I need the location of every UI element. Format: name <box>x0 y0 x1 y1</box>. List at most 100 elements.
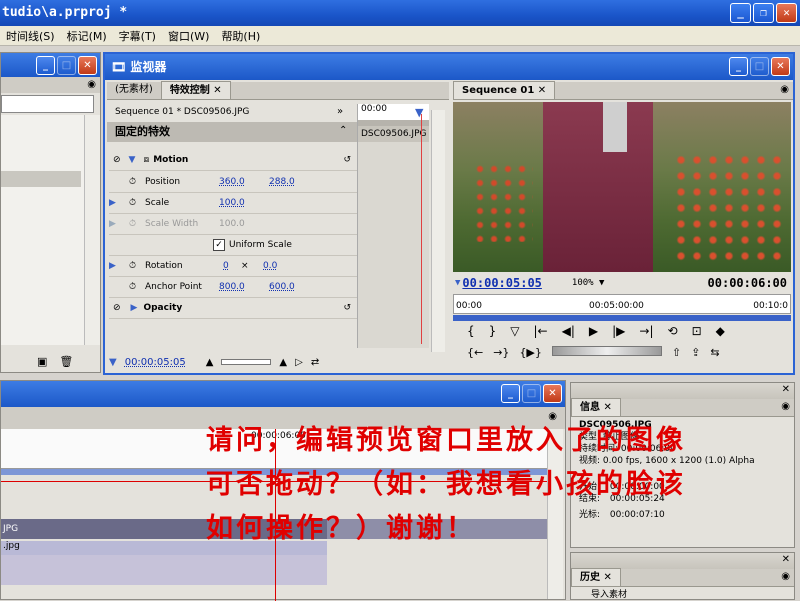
zoom-out-icon[interactable]: ▲ <box>206 357 214 368</box>
output-icon[interactable]: ◆ <box>716 324 725 338</box>
restore-button[interactable]: ❐ <box>753 3 774 23</box>
tab-effect-controls[interactable]: 特效控制 ✕ <box>160 81 231 99</box>
rotation-turns[interactable]: 0 <box>223 261 241 271</box>
program-video-frame[interactable] <box>453 102 791 272</box>
ec-clip-bar: DSC09506.JPG <box>358 126 429 142</box>
flowers-left-image <box>473 162 533 242</box>
ec-playhead[interactable] <box>421 114 422 344</box>
go-next-edit-icon[interactable]: →} <box>493 346 509 359</box>
anchor-y[interactable]: 600.0 <box>269 282 295 292</box>
panel-maximize-button[interactable]: □ <box>57 56 76 75</box>
set-in-icon[interactable]: { <box>467 324 475 338</box>
loop-icon[interactable]: ⇄ <box>311 357 319 368</box>
monitor-icon: 🎞 <box>111 60 131 74</box>
go-prev-edit-icon[interactable]: {← <box>467 346 483 359</box>
scale-value[interactable]: 100.0 <box>219 198 245 208</box>
go-to-out-icon[interactable]: →| <box>639 324 653 338</box>
tab-source[interactable]: (无素材) <box>107 81 161 99</box>
collapse-icon[interactable]: ⌃ <box>339 125 347 136</box>
anchor-label: Anchor Point <box>145 282 202 292</box>
ec-scrollbar[interactable] <box>431 110 445 352</box>
stopwatch-icon[interactable]: ⏱ <box>129 261 145 271</box>
reset-icon[interactable]: ↺ <box>343 155 357 165</box>
trim-icon[interactable]: ⇆ <box>710 346 719 359</box>
minimize-button[interactable]: _ <box>730 3 751 23</box>
safe-margins-icon[interactable]: ⊡ <box>692 324 702 338</box>
history-menu-icon[interactable]: ◉ <box>781 571 790 582</box>
expand-opacity-icon[interactable]: ▶ <box>125 303 144 313</box>
expand-rotation-icon[interactable]: ▶ <box>109 261 129 271</box>
rotation-x-label: × <box>241 261 249 271</box>
menubar: 时间线(S) 标记(M) 字幕(T) 窗口(W) 帮助(H) <box>0 26 800 46</box>
uniform-scale-checkbox[interactable]: ✓ <box>213 239 225 251</box>
step-back-icon[interactable]: ◀| <box>562 324 575 338</box>
info-menu-icon[interactable]: ◉ <box>781 401 790 412</box>
menu-timeline[interactable]: 时间线(S) <box>0 28 61 44</box>
menu-window[interactable]: 窗口(W) <box>162 28 215 44</box>
history-item[interactable]: 导入素材 <box>571 587 794 600</box>
zoom-in-icon[interactable]: ▲ <box>279 357 287 368</box>
position-label: Position <box>145 177 181 187</box>
project-selected-row[interactable] <box>1 171 81 187</box>
jog-shuttle[interactable] <box>551 346 662 356</box>
marker-icon[interactable]: ▽ <box>510 324 519 338</box>
menu-help[interactable]: 帮助(H) <box>215 28 266 44</box>
set-out-icon[interactable]: } <box>489 324 497 338</box>
stopwatch-icon[interactable]: ⏱ <box>129 177 145 187</box>
program-menu-icon[interactable]: ◉ <box>780 84 789 95</box>
program-work-area-bar[interactable] <box>453 315 791 321</box>
menu-marker[interactable]: 标记(M) <box>61 28 113 44</box>
play-in-out-icon[interactable]: {▶} <box>519 346 541 359</box>
monitor-maximize-button[interactable]: □ <box>750 57 769 76</box>
anchor-x[interactable]: 800.0 <box>219 282 269 292</box>
rotation-degrees[interactable]: 0.0 <box>263 261 277 271</box>
fx-toggle-icon[interactable]: ⊘ <box>109 303 125 313</box>
panel-menu-icon[interactable]: ◉ <box>87 79 96 90</box>
tab-info[interactable]: 信息 ✕ <box>571 398 621 416</box>
stopwatch-icon[interactable]: ⏱ <box>129 282 145 292</box>
uniform-scale-label: Uniform Scale <box>229 240 292 250</box>
program-timecode[interactable]: 00:00:05:05 <box>462 276 541 290</box>
close-button[interactable]: ✕ <box>776 3 797 23</box>
lift-icon[interactable]: ⇧ <box>672 346 681 359</box>
monitor-title: 监视器 <box>130 60 167 74</box>
position-y[interactable]: 288.0 <box>269 177 295 187</box>
ec-playhead-icon[interactable]: ▼ <box>415 106 423 119</box>
play-icon[interactable]: ▶ <box>589 324 598 338</box>
stopwatch-icon[interactable]: ⏱ <box>129 198 145 208</box>
tab-program-sequence[interactable]: Sequence 01 ✕ <box>453 81 556 99</box>
fx-toggle-icon[interactable]: ⊘ <box>109 155 125 165</box>
loop-button-icon[interactable]: ⟲ <box>668 324 678 338</box>
panel-minimize-button[interactable]: _ <box>36 56 55 75</box>
info-close-button[interactable]: ✕ <box>782 384 790 395</box>
timeline-close-button[interactable]: ✕ <box>543 384 562 403</box>
reset-icon[interactable]: ↺ <box>343 303 357 313</box>
rotation-row: ▶ ⏱ Rotation 0 × 0.0 <box>109 256 357 277</box>
ec-zoom-slider[interactable] <box>221 359 272 365</box>
expand-scale-icon[interactable]: ▶ <box>109 198 129 208</box>
timeline-minimize-button[interactable]: _ <box>501 384 520 403</box>
extract-icon[interactable]: ⇪ <box>691 346 700 359</box>
project-scrollbar[interactable] <box>84 115 100 345</box>
play-audio-icon[interactable]: ▷ <box>295 357 303 368</box>
position-x[interactable]: 360.0 <box>219 177 269 187</box>
tab-history[interactable]: 历史 ✕ <box>571 568 621 586</box>
program-ruler[interactable]: 00:00 00:05:00:00 00:10:0 <box>453 294 791 314</box>
scale-row: ▶ ⏱ Scale 100.0 <box>109 193 357 214</box>
new-bin-icon[interactable]: ▣ <box>37 355 47 368</box>
delete-icon[interactable]: 🗑 <box>59 355 73 368</box>
menu-title[interactable]: 字幕(T) <box>113 28 162 44</box>
monitor-close-button[interactable]: ✕ <box>771 57 790 76</box>
project-search-input[interactable] <box>1 95 94 113</box>
monitor-minimize-button[interactable]: _ <box>729 57 748 76</box>
step-forward-icon[interactable]: |▶ <box>612 324 625 338</box>
ec-timecode[interactable]: 00:00:05:05 <box>125 357 186 368</box>
go-to-in-icon[interactable]: |← <box>534 324 548 338</box>
zoom-select[interactable]: 100% ▼ <box>572 278 605 288</box>
panel-close-button[interactable]: ✕ <box>78 56 97 75</box>
timeline-maximize-button[interactable]: □ <box>522 384 541 403</box>
expand-icon[interactable]: ▼ <box>125 155 140 165</box>
position-row: ⏱ Position 360.0 288.0 <box>109 172 357 193</box>
show-timeline-icon[interactable]: » <box>337 106 343 117</box>
history-close-button[interactable]: ✕ <box>782 554 790 565</box>
